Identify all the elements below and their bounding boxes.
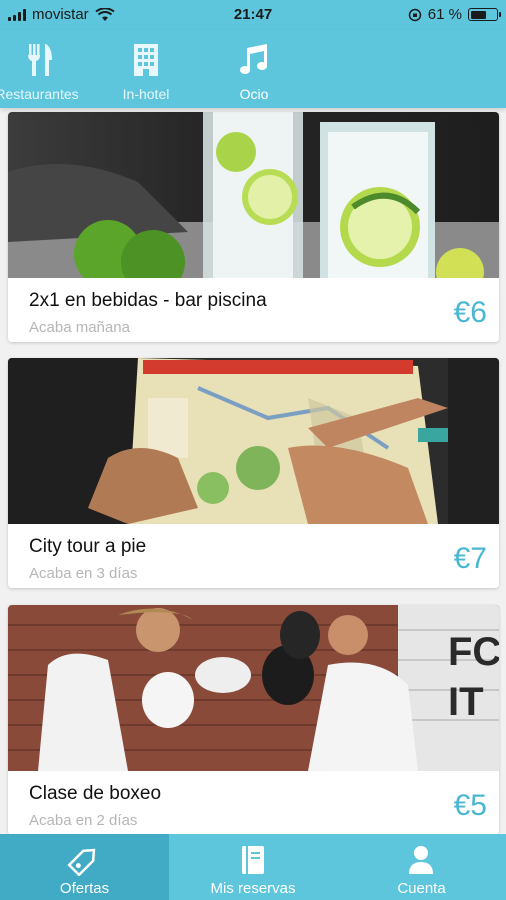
fork-knife-icon xyxy=(28,44,52,76)
tab-label: Ocio xyxy=(239,86,269,102)
music-note-icon xyxy=(240,44,267,74)
offer-card[interactable]: FC IT Clase de boxeo Acaba en 2 días €5 xyxy=(8,605,499,834)
city-map-photo xyxy=(8,358,499,524)
svg-text:IT: IT xyxy=(448,680,484,724)
nav-label: Ofertas xyxy=(59,880,110,897)
offer-title: City tour a pie xyxy=(29,536,147,557)
orientation-lock-icon xyxy=(408,8,422,21)
offer-price: €7 xyxy=(453,542,487,575)
offer-title: Clase de boxeo xyxy=(29,783,162,804)
offer-price: €5 xyxy=(453,789,487,822)
offer-title: 2x1 en bebidas - bar piscina xyxy=(29,290,267,311)
status-bar: movistar 21:47 61 % xyxy=(0,0,506,30)
nav-label: Mis reservas xyxy=(210,880,296,897)
nav-label: Cuenta xyxy=(397,880,446,897)
nav-mis-reservas[interactable]: Mis reservas xyxy=(169,834,337,900)
category-tabs: Restaurantes In-hotel Ocio xyxy=(0,30,506,108)
offer-card[interactable]: City tour a pie Acaba en 3 días €7 xyxy=(8,358,499,588)
offer-info: City tour a pie Acaba en 3 días €7 xyxy=(8,524,499,588)
tab-label: In-hotel xyxy=(122,86,170,102)
building-icon xyxy=(134,44,158,76)
tab-restaurantes[interactable]: Restaurantes xyxy=(0,30,92,108)
boxing-photo: FC IT xyxy=(8,605,499,771)
offer-info: 2x1 en bebidas - bar piscina Acaba mañan… xyxy=(8,278,499,342)
offer-expiry: Acaba en 2 días xyxy=(29,812,138,829)
offer-expiry: Acaba en 3 días xyxy=(29,565,138,582)
offer-expiry: Acaba mañana xyxy=(29,319,130,336)
tab-ocio[interactable]: Ocio xyxy=(199,30,309,108)
book-icon xyxy=(242,846,264,874)
offers-list[interactable]: 2x1 en bebidas - bar piscina Acaba mañan… xyxy=(0,108,506,834)
tab-label: Restaurantes xyxy=(0,86,79,102)
drinks-photo xyxy=(8,112,499,278)
bottom-navigation: Ofertas Mis reservas Cuenta xyxy=(0,834,506,900)
tag-icon xyxy=(67,848,96,876)
nav-cuenta[interactable]: Cuenta xyxy=(337,834,506,900)
tab-in-hotel[interactable]: In-hotel xyxy=(91,30,201,108)
offer-info: Clase de boxeo Acaba en 2 días €5 xyxy=(8,771,499,834)
user-icon xyxy=(409,846,433,874)
nav-ofertas[interactable]: Ofertas xyxy=(0,834,169,900)
offer-price: €6 xyxy=(453,296,487,329)
battery-icon xyxy=(468,8,501,21)
battery-percentage: 61 % xyxy=(427,6,462,23)
offer-card[interactable]: 2x1 en bebidas - bar piscina Acaba mañan… xyxy=(8,112,499,342)
svg-text:FC: FC xyxy=(448,630,499,674)
